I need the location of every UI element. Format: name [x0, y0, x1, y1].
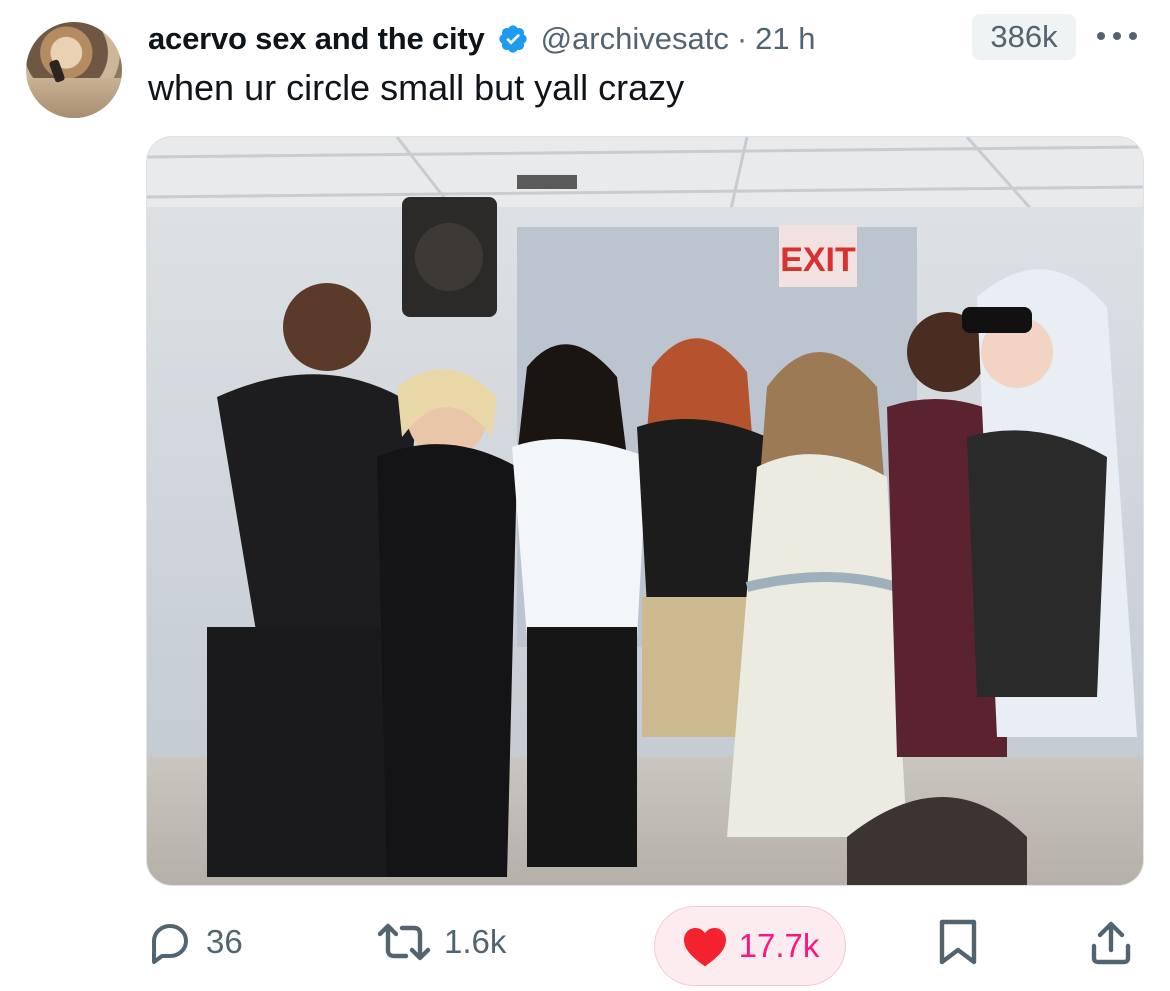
repost-count: 1.6k	[444, 923, 507, 960]
bookmark-button[interactable]	[936, 902, 980, 982]
more-icon[interactable]	[1092, 20, 1142, 52]
group-photo-illustration: EXIT	[147, 137, 1143, 885]
reply-button[interactable]: 36	[146, 902, 243, 982]
verified-badge-icon	[498, 25, 527, 53]
heart-icon	[683, 928, 726, 967]
tweet-timestamp[interactable]: 21 h	[755, 21, 815, 57]
share-icon	[1091, 921, 1131, 965]
separator-dot: ·	[736, 21, 748, 56]
repost-icon	[377, 923, 431, 961]
like-count: 17.7k	[738, 927, 820, 964]
like-button[interactable]: 17.7k	[654, 906, 846, 986]
tweet-actions-bar: 36 1.6k 17.7k	[146, 902, 1142, 986]
tweet-text: when ur circle small but yall crazy	[148, 67, 685, 108]
reply-count: 36	[206, 923, 243, 960]
share-button[interactable]	[1088, 902, 1134, 982]
author-avatar[interactable]	[26, 22, 122, 118]
exit-sign-text: EXIT	[780, 241, 856, 279]
author-display-name[interactable]: acervo sex and the city	[148, 21, 485, 57]
tweet-photo[interactable]: EXIT	[146, 136, 1144, 886]
author-handle[interactable]: @archivesatc	[541, 21, 729, 57]
reply-icon	[152, 924, 188, 964]
views-count-badge[interactable]: 386k	[972, 14, 1076, 60]
repost-button[interactable]: 1.6k	[376, 902, 506, 982]
avatar-fur-coat	[26, 77, 122, 118]
bookmark-icon	[939, 919, 977, 965]
